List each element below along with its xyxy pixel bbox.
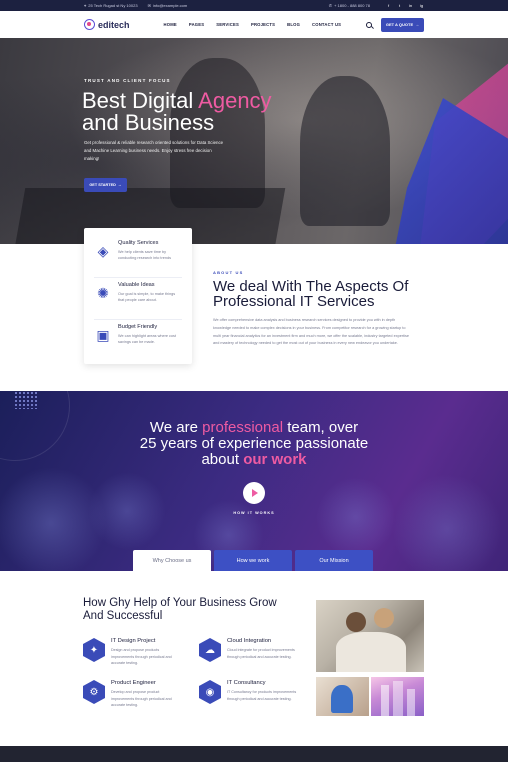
- service-text: IT Consultancy for products improvements…: [227, 690, 297, 701]
- get-quote-label: GET A QUOTE: [385, 22, 414, 27]
- phone-text[interactable]: + 1800 - 888 800 78: [334, 3, 370, 8]
- service-item: ◉ IT Consultancy IT Consultancy for produ…: [199, 680, 299, 704]
- nav-item-contact[interactable]: CONTACT US: [312, 22, 341, 27]
- about-title: We deal With The Aspects Of Professional…: [213, 278, 409, 310]
- address-info: ⌖ 25 Tech Rugad st Ny 10023: [84, 3, 138, 8]
- about-body: We offer comprehensive data analysis and…: [213, 318, 409, 346]
- nav-menu: HOME PAGES SERVICES PROJECTS BLOG CONTAC…: [164, 22, 354, 27]
- feature-title: Budget Friendly: [118, 324, 158, 330]
- service-title[interactable]: IT Consultancy: [227, 680, 299, 686]
- hero-subtitle: Get professional & reliable research ori…: [84, 140, 224, 161]
- hero-title-part: and Business: [82, 110, 215, 135]
- email-info[interactable]: ✉ info@example.com: [148, 3, 188, 8]
- nav-item-home[interactable]: HOME: [164, 22, 177, 27]
- office-worker-photo: [316, 677, 369, 716]
- services-title: How Ghy Help of Your Business Grow And S…: [83, 597, 277, 622]
- phone-icon: ✆: [328, 3, 333, 8]
- mail-icon: ✉: [147, 3, 151, 8]
- hero-section: TRUST AND CLIENT FOCUS Best Digital Agen…: [0, 38, 508, 244]
- service-item: ☁ Cloud Integration Cloud integrate for p…: [199, 638, 299, 662]
- twitter-icon[interactable]: t: [397, 3, 402, 8]
- nav-item-services[interactable]: SERVICES: [216, 22, 239, 27]
- next-section-strip: [0, 746, 508, 762]
- feature-item: ✺ Valuable Ideas Our goal is simple, to m…: [94, 278, 182, 320]
- hero-title: Best Digital Agency and Business: [82, 90, 322, 134]
- team-video-section: We are professional team, over 25 years …: [0, 391, 508, 571]
- get-quote-button[interactable]: GET A QUOTE →: [381, 17, 424, 32]
- feature-text: We help clients save time by conducting …: [118, 250, 171, 260]
- info-tabs: Why Choose us How we work Our Mission: [133, 550, 373, 571]
- services-section: How Ghy Help of Your Business Grow And S…: [0, 571, 508, 746]
- consultancy-icon: ◉: [199, 680, 221, 704]
- logo-mark-icon: [84, 19, 95, 30]
- quality-services-icon: ◈: [97, 243, 109, 259]
- play-video-button[interactable]: [243, 482, 265, 504]
- feature-title: Valuable Ideas: [118, 282, 155, 288]
- get-started-button[interactable]: GET STARTED →: [84, 178, 127, 192]
- budget-chip-icon: ▣: [96, 327, 110, 343]
- address-text: 25 Tech Rugad st Ny 10023: [88, 3, 138, 8]
- design-project-icon: ✦: [83, 638, 105, 662]
- feature-title: Quality Services: [118, 240, 159, 246]
- ideas-network-icon: ✺: [97, 285, 109, 301]
- service-title[interactable]: IT Design Project: [111, 638, 183, 644]
- arrow-right-icon: →: [415, 22, 420, 27]
- top-info-bar: ⌖ 25 Tech Rugad st Ny 10023 ✉ info@example…: [0, 0, 508, 11]
- main-navbar: editech HOME PAGES SERVICES PROJECTS BLO…: [0, 11, 508, 38]
- about-eyebrow: ABOUT US: [213, 270, 244, 275]
- team-heading-accent: professional: [202, 419, 284, 436]
- linkedin-icon[interactable]: in: [408, 3, 413, 8]
- feature-text: We can highlight areas where cost saving…: [118, 334, 176, 344]
- arrow-right-icon: →: [117, 183, 122, 187]
- facebook-icon[interactable]: f: [386, 3, 391, 8]
- email-text[interactable]: info@example.com: [153, 3, 187, 8]
- get-started-label: GET STARTED: [89, 183, 116, 187]
- service-text: Cloud integrate for product improvements…: [227, 648, 295, 659]
- service-title[interactable]: Cloud Integration: [227, 638, 299, 644]
- team-heading-accent: our work: [243, 451, 307, 468]
- about-section: ◈ Quality Services We help clients save t…: [0, 228, 508, 391]
- brand-name: editech: [98, 19, 130, 30]
- nav-item-blog[interactable]: BLOG: [287, 22, 300, 27]
- team-heading-part: We are: [149, 419, 203, 436]
- feature-text: Our goal is simple, to make things that …: [118, 292, 176, 302]
- tab-why-choose-us[interactable]: Why Choose us: [133, 550, 211, 571]
- how-it-works-label[interactable]: HOW IT WORKS: [0, 511, 508, 515]
- team-meeting-photo: [316, 600, 424, 672]
- features-card: ◈ Quality Services We help clients save t…: [84, 228, 192, 364]
- tab-how-we-work[interactable]: How we work: [214, 550, 292, 571]
- team-heading-part: 25 years of experience passionate: [139, 435, 369, 452]
- feature-item: ◈ Quality Services We help clients save t…: [94, 236, 182, 278]
- nav-item-pages[interactable]: PAGES: [189, 22, 204, 27]
- team-heading: We are professional team, over 25 years …: [0, 420, 508, 468]
- search-icon[interactable]: [366, 21, 372, 28]
- instagram-icon[interactable]: ig: [419, 3, 424, 8]
- hero-eyebrow: TRUST AND CLIENT FOCUS: [84, 78, 171, 83]
- service-item: ✦ IT Design Project Design and propose pr…: [83, 638, 183, 667]
- team-heading-part: team, over: [283, 419, 359, 436]
- city-skyline-photo: [371, 677, 424, 716]
- location-icon: ⌖: [84, 3, 87, 8]
- nav-item-projects[interactable]: PROJECTS: [251, 22, 275, 27]
- logo[interactable]: editech: [84, 19, 130, 30]
- phone-info[interactable]: ✆ + 1800 - 888 800 78: [329, 3, 370, 8]
- service-text: Design and propose products improvements…: [111, 648, 172, 665]
- tab-our-mission[interactable]: Our Mission: [295, 550, 373, 571]
- service-item: ⚙ Product Engineer Develop and propose pr…: [83, 680, 183, 709]
- product-engineer-icon: ⚙: [83, 680, 105, 704]
- feature-item: ▣ Budget Friendly We can highlight areas …: [94, 320, 182, 362]
- team-heading-part: about: [201, 451, 244, 468]
- cloud-integration-icon: ☁: [199, 638, 221, 662]
- service-text: Develop and propose product improvements…: [111, 690, 172, 707]
- service-title[interactable]: Product Engineer: [111, 680, 183, 686]
- dot-pattern: [14, 391, 38, 409]
